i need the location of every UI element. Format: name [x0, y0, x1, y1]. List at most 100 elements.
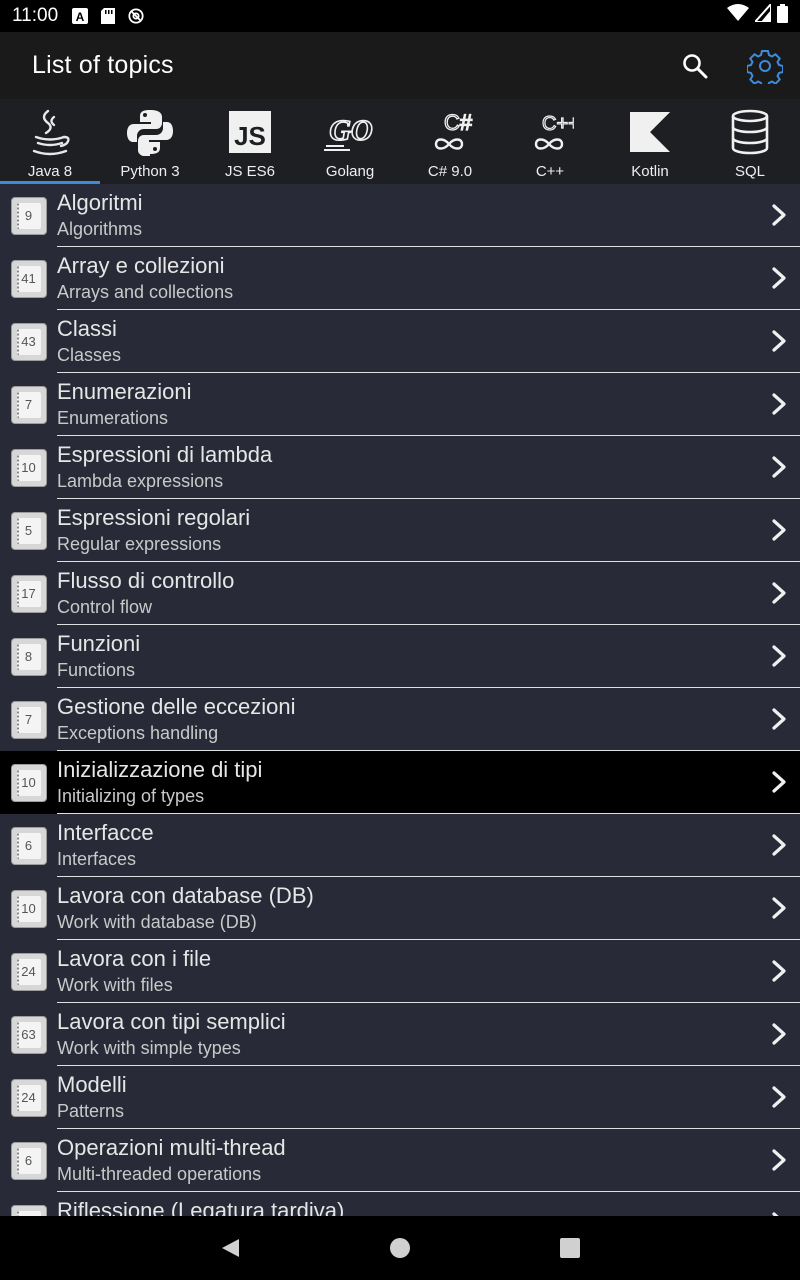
settings-gear-icon — [747, 49, 783, 84]
topic-count: 10 — [21, 460, 36, 475]
recents-icon — [560, 1238, 580, 1258]
topic-count: 43 — [21, 334, 36, 349]
topic-subtitle: Algorithms — [57, 219, 143, 239]
chevron-right-icon — [772, 645, 786, 667]
tab-golang[interactable]: GO Golang — [300, 99, 400, 184]
notebook-icon: 24 — [10, 952, 47, 991]
topic-row[interactable]: 6 Operazioni multi-thread Multi-threaded o… — [0, 1129, 800, 1192]
topic-row[interactable]: 43 Classi Classes — [0, 310, 800, 373]
topic-row[interactable]: 17 Flusso di controllo Control flow — [0, 562, 800, 625]
topic-row[interactable]: 10 Espressioni di lambda Lambda expression… — [0, 436, 800, 499]
status-time: 11:00 — [12, 5, 59, 26]
topic-row[interactable]: 41 Array e collezioni Arrays and collectio… — [0, 247, 800, 310]
topic-count-badge: 7 — [0, 373, 57, 436]
home-icon — [390, 1238, 410, 1258]
notebook-icon: 7 — [10, 700, 47, 739]
topic-count: 17 — [21, 586, 36, 601]
page-title: List of topics — [32, 51, 174, 79]
battery-icon — [777, 3, 788, 29]
topic-title: Classi — [57, 316, 117, 341]
chevron-right-icon — [772, 960, 786, 982]
tab-label: Java 8 — [27, 163, 73, 180]
tab-cpp[interactable]: C++ C++ — [500, 99, 600, 184]
tab-sql[interactable]: SQL — [700, 99, 800, 184]
notebook-icon: 8 — [10, 637, 47, 676]
topic-title: Modelli — [57, 1072, 127, 1097]
topic-count: 5 — [24, 523, 33, 538]
topic-count: 9 — [24, 208, 33, 223]
notebook-icon: 6 — [10, 826, 47, 865]
topic-count-badge: 43 — [0, 310, 57, 373]
tab-kotlin[interactable]: Kotlin — [600, 99, 700, 184]
topic-row[interactable]: Riflessione (Legatura tardiva) — [0, 1192, 800, 1216]
topic-list[interactable]: 9 Algoritmi Algorithms 41 Array e collezioni… — [0, 184, 800, 1216]
topic-count-badge — [0, 1192, 57, 1216]
chevron-right-icon — [772, 456, 786, 478]
javascript-icon: JS — [222, 104, 278, 160]
topic-subtitle: Functions — [57, 660, 136, 680]
topic-row[interactable]: 9 Algoritmi Algorithms — [0, 184, 800, 247]
notebook-icon: 17 — [10, 574, 47, 613]
topic-subtitle: Arrays and collections — [57, 282, 234, 302]
topic-row[interactable]: 5 Espressioni regolari Regular expressions — [0, 499, 800, 562]
tab-label: C# 9.0 — [427, 163, 473, 180]
topic-count-badge: 6 — [0, 1129, 57, 1192]
topic-row[interactable]: 10 Lavora con database (DB) Work with data… — [0, 877, 800, 940]
topic-row[interactable]: 63 Lavora con tipi semplici Work with simp… — [0, 1003, 800, 1066]
sd-card-icon — [100, 8, 116, 24]
topic-subtitle: Initializing of types — [57, 786, 205, 806]
search-button[interactable] — [660, 32, 730, 99]
topic-row[interactable]: 7 Gestione delle eccezioni Exceptions hand… — [0, 688, 800, 751]
chevron-right-icon — [772, 897, 786, 919]
topic-count: 7 — [24, 397, 33, 412]
topic-count-badge: 5 — [0, 499, 57, 562]
notebook-icon: 24 — [10, 1078, 47, 1117]
tab-python[interactable]: Python 3 — [100, 99, 200, 184]
status-bar: 11:00 A — [0, 0, 800, 32]
topic-row[interactable]: 7 Enumerazioni Enumerations — [0, 373, 800, 436]
topic-title: Operazioni multi-thread — [57, 1135, 286, 1160]
topic-row[interactable]: 24 Lavora con i file Work with files — [0, 940, 800, 1003]
topic-subtitle: Exceptions handling — [57, 723, 219, 743]
no-disturb-icon — [128, 8, 144, 24]
back-icon — [222, 1239, 239, 1257]
python-icon — [122, 104, 178, 160]
go-icon: GO — [322, 104, 378, 160]
home-button[interactable] — [315, 1216, 485, 1280]
a-icon: A — [72, 8, 89, 24]
notebook-icon: 41 — [10, 259, 47, 298]
settings-button[interactable] — [730, 32, 800, 99]
notebook-icon: 6 — [10, 1141, 47, 1180]
tab-csharp[interactable]: C# C# 9.0 — [400, 99, 500, 184]
tab-java[interactable]: Java 8 — [0, 99, 100, 184]
topic-count-badge: 17 — [0, 562, 57, 625]
chevron-right-icon — [772, 330, 786, 352]
tab-label: Python 3 — [120, 163, 180, 180]
recents-button[interactable] — [485, 1216, 655, 1280]
tab-javascript[interactable]: JS JS ES6 — [200, 99, 300, 184]
topic-subtitle: Regular expressions — [57, 534, 222, 554]
svg-text:C#: C# — [444, 110, 473, 135]
topic-title: Flusso di controllo — [57, 568, 235, 593]
svg-text:A: A — [76, 10, 85, 24]
topic-row[interactable]: 6 Interfacce Interfaces — [0, 814, 800, 877]
notebook-icon: 10 — [10, 448, 47, 487]
topic-title: Espressioni di lambda — [57, 442, 273, 467]
wifi-icon — [727, 4, 749, 28]
topic-title: Gestione delle eccezioni — [57, 694, 296, 719]
kotlin-icon — [622, 104, 678, 160]
topic-row[interactable]: 24 Modelli Patterns — [0, 1066, 800, 1129]
topic-count: 24 — [21, 964, 36, 979]
topic-count-badge: 63 — [0, 1003, 57, 1066]
tab-label: C++ — [535, 163, 565, 180]
topic-subtitle: Multi-threaded operations — [57, 1164, 262, 1184]
topic-row[interactable]: 10 Inizializzazione di tipi Initializing o… — [0, 751, 800, 814]
topic-row[interactable]: 8 Funzioni Functions — [0, 625, 800, 688]
topic-count-badge: 8 — [0, 625, 57, 688]
chevron-right-icon — [772, 393, 786, 415]
system-nav-bar — [0, 1216, 800, 1280]
topic-count: 41 — [21, 271, 36, 286]
chevron-right-icon — [772, 1149, 786, 1171]
back-button[interactable] — [145, 1216, 315, 1280]
chevron-right-icon — [772, 519, 786, 541]
